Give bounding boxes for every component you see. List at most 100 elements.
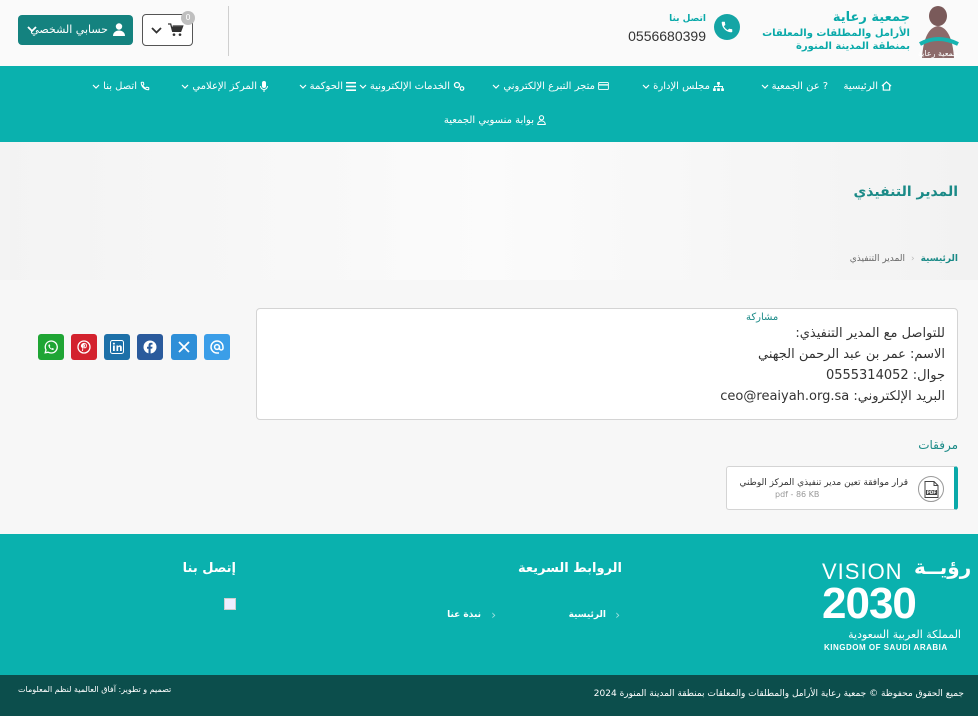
- breadcrumb: الرئيسية ‹ المدير التنفيذي: [850, 254, 958, 264]
- nav-item-e-services[interactable]: الخدمات الإلكترونية: [359, 78, 465, 94]
- account-label: حسابي الشخصي: [30, 23, 108, 36]
- copyright-bar: جميع الحقوق محفوظة © جمعية رعاية الأرامل…: [0, 675, 978, 716]
- nav-item-label: الحوكمة: [309, 80, 343, 92]
- nav-item-board[interactable]: مجلس الإدارة: [642, 78, 724, 94]
- header-divider: [228, 6, 229, 56]
- chevron-down-icon: [299, 84, 307, 89]
- chevron-down-icon: [761, 84, 769, 89]
- facebook-icon: [143, 340, 157, 354]
- header-contact[interactable]: اتصل بنا 0556680399: [615, 14, 740, 48]
- nav-item-label: متجر التبرع الإلكتروني: [503, 80, 595, 92]
- phone-circle: [714, 14, 740, 40]
- cogs-icon: [453, 81, 465, 91]
- main-nav: الرئيسية ? عن الجمعية مجلس الإدارة متجر …: [0, 66, 978, 142]
- content-intro: للتواصل مع المدير التنفيذي:: [795, 326, 945, 341]
- vision-year: 2030: [822, 579, 917, 628]
- developer-credit[interactable]: تصميم و تطوير: آفاق العالمية لنظم المعلو…: [18, 685, 171, 694]
- chevron-down-icon: [27, 26, 37, 33]
- chevron-down-icon: [359, 84, 367, 89]
- home-icon: [881, 81, 892, 91]
- chevron-left-icon: ‹: [615, 608, 620, 622]
- nav-item-contact[interactable]: اتصل بنا: [92, 78, 150, 94]
- share-label: مشاركة: [746, 312, 779, 323]
- attachment-name: قرار موافقة تعين مدير تنفيذي المركز الوط…: [739, 478, 908, 488]
- breadcrumb-separator: ‹: [910, 254, 915, 264]
- nav-item-about[interactable]: ? عن الجمعية: [761, 78, 828, 94]
- logo[interactable]: جمعية رعاية جمعية رعاية الأرامل والمطلقا…: [762, 4, 960, 60]
- vision-word-arabic: رؤيــة: [914, 555, 972, 579]
- chevron-left-icon: ‹: [491, 608, 496, 622]
- top-header: جمعية رعاية جمعية رعاية الأرامل والمطلقا…: [0, 0, 978, 66]
- footer-link-about[interactable]: نبذة عنا: [447, 610, 481, 620]
- chevron-down-icon: [92, 84, 100, 89]
- nav-item-label: مجلس الإدارة: [653, 80, 710, 92]
- contact-phone[interactable]: 0556680399: [628, 28, 706, 44]
- user-icon: [113, 23, 125, 36]
- logo-subtitle-region: بمنطقة المدينة المنورة: [796, 41, 910, 52]
- at-icon: [210, 340, 224, 354]
- broken-image-icon: [224, 598, 236, 610]
- breadcrumb-home-link[interactable]: الرئيسية: [921, 254, 958, 264]
- share-linkedin-button[interactable]: [104, 334, 130, 360]
- nav-item-label: بوابة منسوبي الجمعية: [443, 114, 534, 126]
- sitemap-icon: [713, 81, 724, 91]
- share-buttons: [38, 334, 230, 360]
- breadcrumb-current: المدير التنفيذي: [849, 254, 905, 264]
- logo-subtitle: الأرامل والمطلقات والمعلقات: [762, 28, 910, 39]
- nav-item-donation-store[interactable]: متجر التبرع الإلكتروني: [492, 78, 609, 94]
- share-facebook-button[interactable]: [137, 334, 163, 360]
- vision-country-english: KINGDOM OF SAUDI ARABIA: [824, 643, 948, 652]
- content-name: الاسم: عمر بن عبد الرحمن الجهني: [758, 347, 945, 362]
- logo-title: جمعية رعاية: [832, 10, 910, 25]
- nav-item-label: الخدمات الإلكترونية: [369, 80, 450, 92]
- logo-mark-icon: جمعية رعاية: [918, 6, 959, 58]
- cart-count-badge: 0: [181, 11, 195, 25]
- page-title: المدير التنفيذي: [853, 184, 958, 200]
- question-icon: ?: [822, 80, 828, 92]
- linkedin-icon: [110, 340, 124, 354]
- vision-country-arabic: المملكة العربية السعودية: [848, 628, 961, 641]
- account-button[interactable]: حسابي الشخصي: [18, 15, 133, 45]
- credit-card-icon: [598, 82, 609, 90]
- content-mobile: جوال: 0555314052: [825, 368, 945, 383]
- chevron-down-icon: [151, 27, 162, 34]
- pdf-file-circle: PDF: [918, 476, 944, 502]
- page-hero: [0, 142, 978, 280]
- phone-icon: [140, 81, 150, 91]
- user-icon: [537, 115, 546, 125]
- chevron-down-icon: [181, 84, 189, 89]
- attachment-meta: pdf - 86 KB: [775, 490, 820, 499]
- pinterest-icon: [77, 340, 91, 354]
- share-whatsapp-button[interactable]: [38, 334, 64, 360]
- nav-item-label: عن الجمعية: [771, 80, 820, 92]
- x-icon: [178, 341, 190, 353]
- chevron-down-icon: [642, 84, 650, 89]
- chevron-down-icon: [492, 84, 500, 89]
- nav-item-home[interactable]: الرئيسية: [844, 78, 892, 94]
- share-pinterest-button[interactable]: [71, 334, 97, 360]
- contact-label: اتصل بنا: [669, 14, 706, 24]
- footer-link-home[interactable]: الرئيسية: [569, 610, 606, 620]
- content-box: للتواصل مع المدير التنفيذي: الاسم: عمر ب…: [256, 308, 958, 420]
- share-email-button[interactable]: [204, 334, 230, 360]
- nav-item-governance[interactable]: الحوكمة: [299, 78, 356, 94]
- whatsapp-icon: [44, 340, 58, 354]
- content-email: البريد الإلكتروني: ceo@reaiyah.org.sa: [720, 389, 945, 404]
- attachment-item[interactable]: PDF قرار موافقة تعين مدير تنفيذي المركز …: [726, 466, 958, 510]
- logo-mark-text: جمعية رعاية: [918, 49, 958, 58]
- contact-heading: إتصل بنا: [182, 561, 236, 576]
- nav-item-label: الرئيسية: [843, 80, 878, 92]
- vision-2030-logo: VISION رؤيــة 2030 المملكة العربية السعو…: [822, 555, 971, 655]
- share-x-button[interactable]: [171, 334, 197, 360]
- list-icon: [346, 81, 356, 91]
- cart-icon: [168, 23, 184, 36]
- nav-item-staff-portal[interactable]: بوابة منسوبي الجمعية: [444, 112, 546, 128]
- microphone-icon: [260, 80, 268, 92]
- quick-links-heading: الروابط السريعة: [517, 561, 622, 576]
- pdf-file-icon: PDF: [924, 481, 939, 498]
- attachments-title: مرفقات: [918, 438, 958, 452]
- nav-item-media-center[interactable]: المركز الإعلامي: [181, 78, 268, 94]
- svg-text:PDF: PDF: [927, 490, 937, 495]
- copyright-text: جميع الحقوق محفوظة © جمعية رعاية الأرامل…: [593, 689, 964, 699]
- nav-item-label: المركز الإعلامي: [192, 80, 257, 92]
